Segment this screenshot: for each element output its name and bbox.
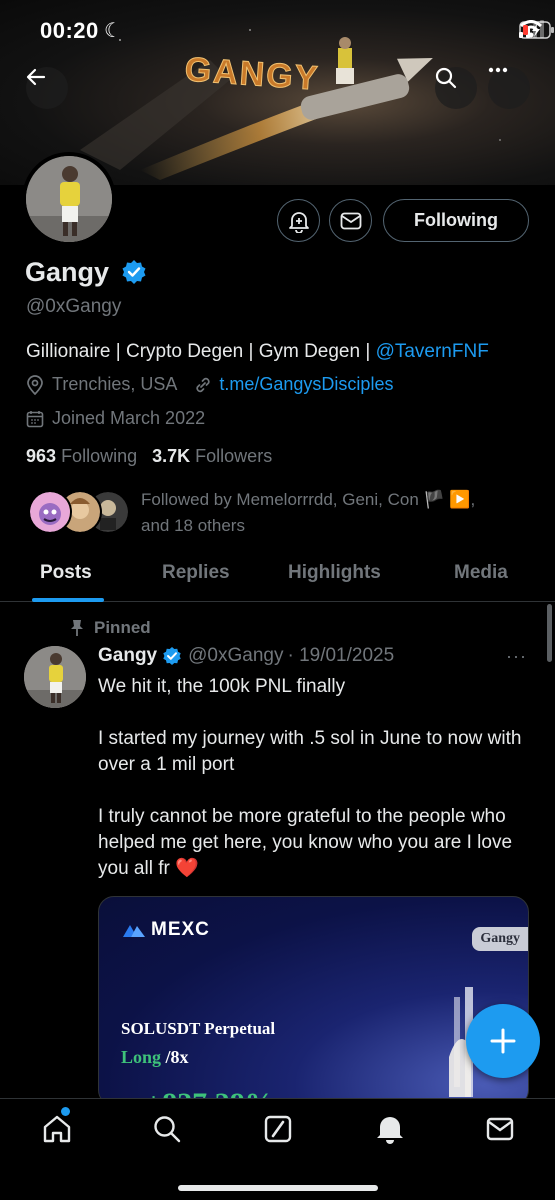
bottom-navigation (0, 1098, 555, 1200)
tweet-paragraph: We hit it, the 100k PNL finally (98, 676, 346, 697)
pin-icon (71, 620, 83, 636)
verified-badge-icon (121, 259, 147, 290)
tab-highlights[interactable]: Highlights (288, 562, 381, 584)
battery-low-charging-icon (519, 21, 554, 39)
followers-label: Followers (195, 446, 273, 466)
bio-mention-link[interactable]: @TavernFNF (376, 341, 489, 362)
mutual-followers-avatars[interactable] (28, 490, 138, 536)
following-label: Following (61, 446, 138, 466)
nav-notifications[interactable] (370, 1109, 410, 1149)
status-bar: 00:20 ☾ (0, 0, 555, 60)
mutual-avatar-1 (28, 490, 72, 534)
location-pin-icon (27, 374, 43, 395)
pinned-label: Pinned (94, 618, 151, 637)
tab-replies[interactable]: Replies (162, 562, 230, 584)
search-icon (154, 1116, 181, 1143)
more-dots-icon (488, 67, 508, 73)
nav-messages[interactable] (480, 1109, 520, 1149)
tweet-body: We hit it, the 100k PNL finally I starte… (98, 674, 528, 882)
back-button[interactable] (26, 67, 68, 109)
follow-stats: 963 Following 3.7K Followers (26, 446, 272, 467)
message-button[interactable] (329, 199, 372, 242)
search-button[interactable] (435, 67, 477, 109)
notifications-bell-icon (377, 1117, 403, 1144)
card-trading-pair: SOLUSDT Perpetual (121, 1019, 276, 1038)
focus-moon-icon: ☾ (104, 20, 122, 42)
profile-tabs: Posts Replies Highlights Media (0, 552, 555, 602)
avatar-image (26, 156, 112, 242)
tweet-paragraph: I started my journey with .5 sol in June… (98, 728, 522, 775)
profile-website-link[interactable]: t.me/GangysDisciples (219, 374, 393, 395)
profile-meta-joined: Joined March 2022 (26, 408, 205, 429)
active-tab-indicator (32, 598, 104, 602)
tweet-date: · 19/01/2025 (287, 645, 395, 666)
nav-grok[interactable] (258, 1109, 298, 1149)
card-position-side: Long /8x (121, 1047, 189, 1068)
bell-plus-icon (288, 211, 309, 233)
profile-name: Gangy (25, 257, 110, 287)
following-count: 963 (26, 446, 57, 466)
link-icon (196, 377, 211, 392)
tweet-media-image[interactable]: MEXC Gangy SOLUSDT Perpetual Long /8x +8… (98, 896, 529, 1106)
profile-joined-date: Joined March 2022 (52, 408, 206, 428)
followed-by-text[interactable]: Followed by Memelorrrdd, Geni, Con 🏴 ▶️,… (141, 487, 521, 539)
profile-location: Trenchies, USA (52, 374, 178, 394)
card-brand: MEXC (123, 919, 210, 941)
tab-media[interactable]: Media (454, 562, 508, 584)
tweet-avatar-image (24, 646, 86, 708)
profile-bio: Gillionaire | Crypto Degen | Gym Degen |… (26, 341, 489, 363)
followed-by-line-2: and 18 others (141, 516, 245, 535)
profile-handle: @0xGangy (26, 296, 122, 317)
mexc-logo-icon (123, 925, 145, 937)
card-side-long: Long (121, 1047, 162, 1067)
notifications-subscribe-button[interactable] (277, 199, 320, 242)
tweet-paragraph: I truly cannot be more grateful to the p… (98, 806, 513, 879)
tweet-header: Gangy @0xGangy · 19/01/2025 (98, 645, 394, 667)
home-notification-dot (61, 1107, 70, 1116)
verified-badge-icon (163, 647, 181, 665)
envelope-icon (486, 1117, 514, 1141)
home-indicator-bar[interactable] (178, 1185, 378, 1191)
card-user-tag: Gangy (472, 927, 528, 951)
compose-post-button[interactable] (466, 1004, 540, 1078)
home-icon (43, 1115, 71, 1143)
status-time: 00:20 (40, 18, 99, 43)
search-icon (435, 67, 457, 89)
tweet-author-handle[interactable]: @0xGangy (188, 645, 283, 667)
following-stat[interactable]: 963 Following (26, 446, 137, 466)
nav-home[interactable] (37, 1107, 77, 1149)
card-brand-name: MEXC (151, 919, 210, 940)
tweet-author-name[interactable]: Gangy (98, 645, 157, 667)
following-button[interactable]: Following (383, 199, 529, 242)
followers-count: 3.7K (152, 446, 191, 466)
calendar-icon (26, 410, 44, 427)
more-options-button[interactable] (488, 67, 530, 109)
tweet-author-avatar[interactable] (24, 646, 86, 708)
plus-icon (490, 1028, 516, 1054)
followed-by-line-1: Followed by Memelorrrdd, Geni, Con 🏴 ▶️, (141, 490, 476, 509)
nav-search[interactable] (147, 1109, 187, 1149)
bio-text: Gillionaire | Crypto Degen | Gym Degen | (26, 341, 376, 362)
card-leverage: /8x (165, 1047, 189, 1067)
envelope-icon (340, 212, 361, 229)
grok-icon (264, 1115, 292, 1143)
scrollbar[interactable] (547, 604, 552, 662)
tweet-more-options-button[interactable]: ··· (506, 646, 527, 667)
followers-stat[interactable]: 3.7K Followers (152, 446, 272, 466)
pinned-indicator: Pinned (70, 618, 151, 638)
profile-avatar[interactable] (22, 152, 116, 246)
tab-posts[interactable]: Posts (40, 562, 92, 584)
back-arrow-icon (26, 68, 46, 86)
profile-meta-location-link: Trenchies, USA t.me/GangysDisciples (26, 374, 393, 395)
